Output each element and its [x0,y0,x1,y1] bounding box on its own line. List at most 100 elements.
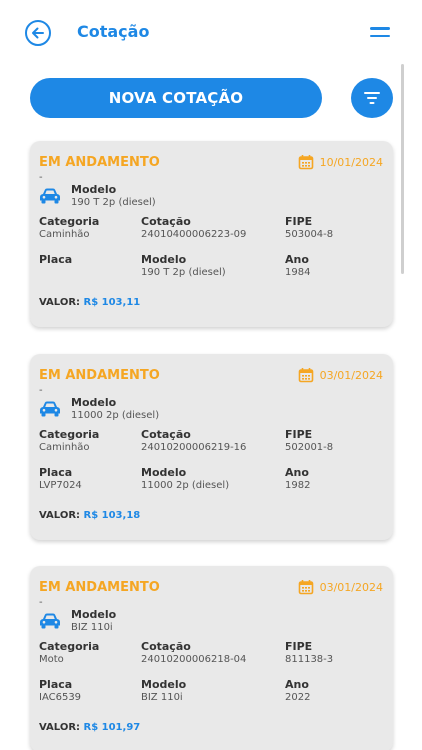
price-label: VALOR: [39,510,81,521]
plate-field: Placa LVP7024 [39,466,82,493]
category-field: Categoria Caminhão [39,215,99,242]
fipe-field: FIPE 503004-8 [285,215,333,242]
year-value: 1984 [285,267,311,278]
plate-field: Placa [39,253,72,266]
price-line: VALOR: R$ 103,18 [39,510,140,521]
category-value: Caminhão [39,442,90,453]
quote-number-field: Cotação 24010200006218-04 [141,640,246,667]
action-row: NOVA COTAÇÃO [30,78,393,118]
model-detail-label: Modelo [141,678,187,691]
status-badge: EM ANDAMENTO [39,580,160,595]
quote-number-value: 24010200006218-04 [141,654,247,665]
price-line: VALOR: R$ 103,11 [39,297,140,308]
model-label: Modelo [71,608,117,621]
quote-card[interactable]: EM ANDAMENTO 10/01/2024 - Modelo 190 T 2… [30,141,393,327]
quote-number-field: Cotação 24010400006223-09 [141,215,246,242]
model-detail-value: 11000 2p (diesel) [141,480,230,491]
back-button[interactable] [25,20,51,46]
calendar-icon [298,155,313,170]
model-label: Modelo [71,396,117,409]
menu-icon-bar [370,34,390,37]
category-label: Categoria [39,640,100,653]
quote-number-value: 24010400006223-09 [141,229,247,240]
app-header: Cotação [0,0,422,66]
status-badge: EM ANDAMENTO [39,368,160,383]
year-field: Ano 2022 [285,678,310,705]
placeholder-dash: - [39,385,43,396]
filter-icon [364,92,380,104]
category-field: Categoria Moto [39,640,99,667]
year-label: Ano [285,678,309,691]
fipe-value: 811138-3 [285,654,334,665]
plate-value: LVP7024 [39,480,82,491]
new-quote-button[interactable]: NOVA COTAÇÃO [30,78,322,118]
fipe-field: FIPE 502001-8 [285,428,333,455]
plate-label: Placa [39,253,73,266]
year-label: Ano [285,253,309,266]
fipe-label: FIPE [285,640,313,653]
category-value: Moto [39,654,64,665]
car-icon [40,401,60,417]
quote-card[interactable]: EM ANDAMENTO 03/01/2024 - Modelo 11000 2… [30,354,393,540]
quote-number-label: Cotação [141,428,191,441]
model-value: 190 T 2p (diesel) [71,197,156,208]
year-field: Ano 1984 [285,253,310,280]
price-label: VALOR: [39,722,81,733]
status-badge: EM ANDAMENTO [39,155,160,170]
quote-number-field: Cotação 24010200006219-16 [141,428,246,455]
category-value: Caminhão [39,229,90,240]
quote-number-label: Cotação [141,640,191,653]
fipe-value: 503004-8 [285,229,334,240]
model-value: 11000 2p (diesel) [71,410,160,421]
plate-label: Placa [39,466,73,479]
fipe-field: FIPE 811138-3 [285,640,333,667]
category-field: Categoria Caminhão [39,428,99,455]
model-label: Modelo [71,183,117,196]
car-icon [40,188,60,204]
filter-button[interactable] [351,78,393,118]
price-line: VALOR: R$ 101,97 [39,722,140,733]
price-value: R$ 101,97 [83,722,141,733]
model-value: BIZ 110i [71,622,113,633]
model-detail-field: Modelo 190 T 2p (diesel) [141,253,226,280]
calendar-icon [298,368,313,383]
fipe-label: FIPE [285,428,313,441]
year-value: 2022 [285,692,311,703]
fipe-value: 502001-8 [285,442,334,453]
model-detail-value: 190 T 2p (diesel) [141,267,226,278]
year-value: 1982 [285,480,311,491]
arrow-left-icon [32,27,44,39]
model-detail-field: Modelo 11000 2p (diesel) [141,466,229,493]
menu-icon [370,27,390,30]
quote-number-label: Cotação [141,215,191,228]
date-group: 03/01/2024 [298,367,383,383]
car-icon [40,613,60,629]
quote-date: 03/01/2024 [319,580,383,594]
model-detail-value: BIZ 110i [141,692,183,703]
scrollbar[interactable] [401,64,404,274]
date-group: 03/01/2024 [298,579,383,595]
placeholder-dash: - [39,597,43,608]
page-title: Cotação [77,22,150,41]
menu-button[interactable] [370,27,390,39]
model-detail-label: Modelo [141,466,187,479]
calendar-icon [298,580,313,595]
plate-field: Placa IAC6539 [39,678,81,705]
price-value: R$ 103,11 [83,297,141,308]
plate-value: IAC6539 [39,692,82,703]
year-label: Ano [285,466,309,479]
price-value: R$ 103,18 [83,510,141,521]
quote-number-value: 24010200006219-16 [141,442,247,453]
quote-date: 03/01/2024 [319,368,383,382]
model-detail-label: Modelo [141,253,187,266]
category-label: Categoria [39,215,100,228]
placeholder-dash: - [39,172,43,183]
model-detail-field: Modelo BIZ 110i [141,678,186,705]
category-label: Categoria [39,428,100,441]
quote-card[interactable]: EM ANDAMENTO 03/01/2024 - Modelo BIZ 110… [30,566,393,750]
fipe-label: FIPE [285,215,313,228]
plate-label: Placa [39,678,73,691]
year-field: Ano 1982 [285,466,310,493]
price-label: VALOR: [39,297,81,308]
quote-date: 10/01/2024 [319,155,383,169]
